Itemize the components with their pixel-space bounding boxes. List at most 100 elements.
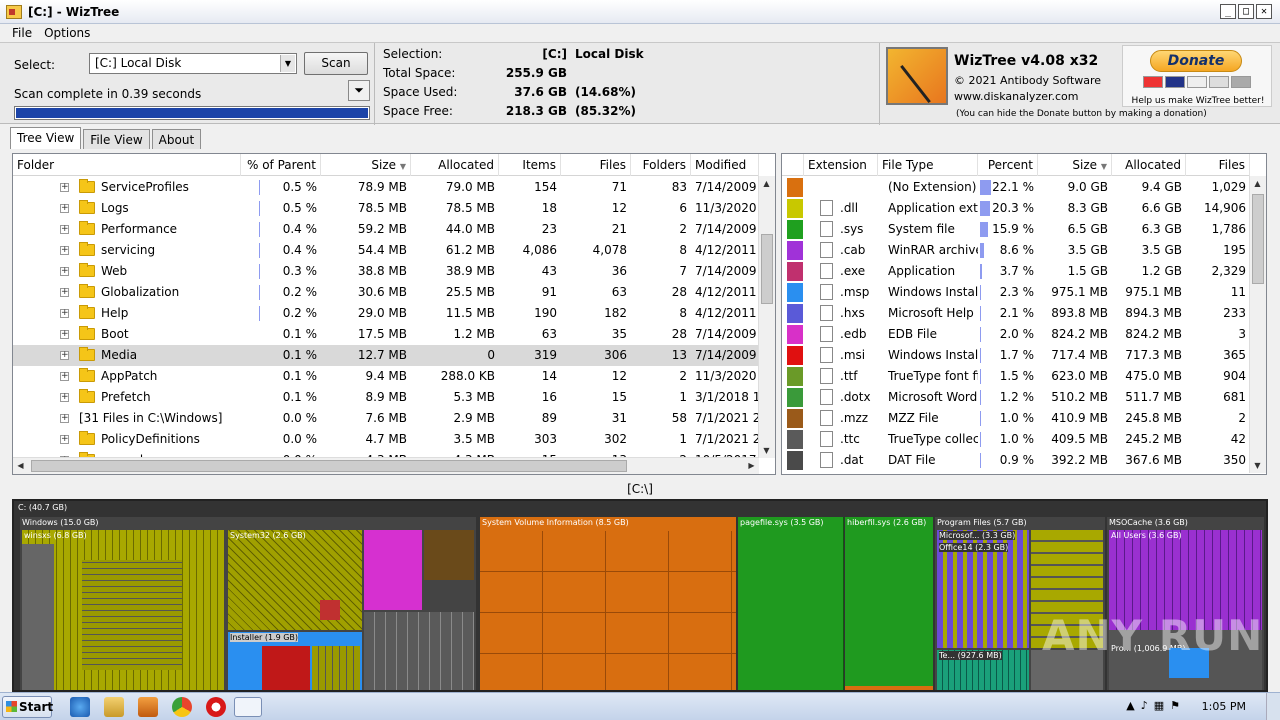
- wiztree-taskbar-button[interactable]: [234, 697, 262, 717]
- tm-winsxs[interactable]: winsxs (6.8 GB): [22, 530, 224, 690]
- table-row[interactable]: + Web 0.3 % 38.8 MB 38.9 MB 43 36 7 7/14/2009 5: [13, 261, 759, 282]
- tray-arrow-icon[interactable]: ▲: [1126, 699, 1134, 712]
- table-row[interactable]: + PolicyDefinitions 0.0 % 4.7 MB 3.5 MB 303 30…: [13, 429, 759, 450]
- table-row[interactable]: + Logs 0.5 % 78.5 MB 78.5 MB 18 12 6 11/3/2020 1: [13, 198, 759, 219]
- list-item[interactable]: .msi Windows Installe 1.7 % 717.4 MB 717.3 M…: [782, 345, 1250, 366]
- scroll-right-icon[interactable]: ▶: [744, 458, 759, 473]
- tm-system-volume-info[interactable]: System Volume Information (8.5 GB): [480, 517, 736, 690]
- expand-icon[interactable]: +: [60, 351, 69, 360]
- scan-button[interactable]: Scan: [304, 52, 368, 75]
- tm-msocache[interactable]: MSOCache (3.6 GB) All Users (3.6 GB) Pro…: [1107, 517, 1264, 690]
- website-link[interactable]: www.diskanalyzer.com: [954, 90, 1079, 103]
- clock[interactable]: 1:05 PM: [1202, 700, 1246, 713]
- tab-file-view[interactable]: File View: [83, 129, 150, 149]
- table-row[interactable]: + Media 0.1 % 12.7 MB 0 319 306 13 7/14/2009 5: [13, 345, 759, 366]
- expand-icon[interactable]: +: [60, 267, 69, 276]
- list-item[interactable]: .mzz MZZ File 1.0 % 410.9 MB 245.8 MB 2: [782, 408, 1250, 429]
- expand-icon[interactable]: +: [60, 330, 69, 339]
- tm-program-files[interactable]: Program Files (5.7 GB) Microsof... (3.3 …: [935, 517, 1105, 690]
- chrome-icon[interactable]: [172, 697, 192, 717]
- expand-icon[interactable]: +: [60, 225, 69, 234]
- table-row[interactable]: + Boot 0.1 % 17.5 MB 1.2 MB 63 35 28 7/14/2009 5: [13, 324, 759, 345]
- tm-system32[interactable]: System32 (2.6 GB): [228, 530, 362, 630]
- scroll-down-icon[interactable]: ▼: [759, 443, 774, 458]
- scroll-down-icon[interactable]: ▼: [1250, 458, 1265, 473]
- col-modified[interactable]: Modified: [691, 154, 759, 176]
- expand-icon[interactable]: +: [60, 372, 69, 381]
- tab-about[interactable]: About: [151, 129, 202, 149]
- col-pct-parent[interactable]: % of Parent: [241, 154, 321, 176]
- col-folders[interactable]: Folders: [631, 154, 691, 176]
- drive-select[interactable]: [C:] Local Disk ▼: [89, 53, 297, 74]
- show-desktop-button[interactable]: [1266, 693, 1280, 720]
- col-size[interactable]: Size ▼: [321, 154, 411, 176]
- list-item[interactable]: .dat DAT File 0.9 % 392.2 MB 367.6 MB 350: [782, 450, 1250, 471]
- start-button[interactable]: Start: [2, 696, 53, 718]
- expand-icon[interactable]: +: [60, 393, 69, 402]
- expand-icon[interactable]: +: [60, 414, 69, 423]
- title-bar[interactable]: [C:] - WizTree _ □ ✕: [0, 0, 1280, 24]
- col-type-size[interactable]: Size ▼: [1038, 154, 1112, 176]
- tree-vertical-scrollbar[interactable]: ▲ ▼: [758, 176, 775, 458]
- scroll-thumb[interactable]: [761, 234, 773, 304]
- tree-horizontal-scrollbar[interactable]: ◀ ▶: [13, 457, 759, 474]
- col-file-type[interactable]: File Type: [878, 154, 978, 176]
- tm-windows[interactable]: Windows (15.0 GB) winsxs (6.8 GB) System…: [20, 517, 476, 690]
- list-item[interactable]: .sys System file 15.9 % 6.5 GB 6.3 GB 1,786: [782, 219, 1250, 240]
- expand-icon[interactable]: +: [60, 309, 69, 318]
- tm-pagefile[interactable]: pagefile.sys (3.5 GB): [738, 517, 844, 690]
- col-items[interactable]: Items: [499, 154, 561, 176]
- list-item[interactable]: .exe Application 3.7 % 1.5 GB 1.2 GB 2,329: [782, 261, 1250, 282]
- table-row[interactable]: + servicing 0.4 % 54.4 MB 61.2 MB 4,086 4,078 8…: [13, 240, 759, 261]
- tm-installer[interactable]: Installer (1.9 GB): [228, 632, 362, 690]
- flag-icon[interactable]: ⚑: [1170, 699, 1180, 712]
- col-extension[interactable]: Extension: [804, 154, 878, 176]
- list-item[interactable]: .dll Application exte 20.3 % 8.3 GB 6.6 GB 14…: [782, 198, 1250, 219]
- opera-icon[interactable]: [206, 697, 226, 717]
- col-files[interactable]: Files: [561, 154, 631, 176]
- close-button[interactable]: ✕: [1256, 4, 1272, 19]
- list-item[interactable]: .dotx Microsoft Word 1.2 % 510.2 MB 511.7 MB…: [782, 387, 1250, 408]
- treemap[interactable]: C: (40.7 GB) Windows (15.0 GB) winsxs (6…: [12, 499, 1268, 692]
- tm-microsoft[interactable]: Microsof... (3.3 GB) Office14 (2.3 GB): [937, 530, 1029, 648]
- list-item[interactable]: .hxs Microsoft Help C 2.1 % 893.8 MB 894.3 M…: [782, 303, 1250, 324]
- table-row[interactable]: + AppPatch 0.1 % 9.4 MB 288.0 KB 14 12 2 11/3/20…: [13, 366, 759, 387]
- scroll-up-icon[interactable]: ▲: [1250, 176, 1265, 191]
- chevron-down-icon[interactable]: ▼: [280, 55, 295, 72]
- scroll-left-icon[interactable]: ◀: [13, 458, 28, 473]
- scroll-up-icon[interactable]: ▲: [759, 176, 774, 191]
- col-allocated[interactable]: Allocated: [411, 154, 499, 176]
- col-type-files[interactable]: Files: [1186, 154, 1250, 176]
- list-item[interactable]: .cab WinRAR archive 8.6 % 3.5 GB 3.5 GB 195: [782, 240, 1250, 261]
- network-icon[interactable]: ▦: [1154, 699, 1164, 712]
- minimize-button[interactable]: _: [1220, 4, 1236, 19]
- table-row[interactable]: + ServiceProfiles 0.5 % 78.9 MB 79.0 MB 154 71…: [13, 177, 759, 198]
- table-row[interactable]: + Globalization 0.2 % 30.6 MB 25.5 MB 91 63 28 4…: [13, 282, 759, 303]
- tm-hiberfil[interactable]: hiberfil.sys (2.6 GB): [845, 517, 933, 690]
- media-player-icon[interactable]: [138, 697, 158, 717]
- col-type-allocated[interactable]: Allocated: [1112, 154, 1186, 176]
- menu-options[interactable]: Options: [44, 26, 90, 40]
- types-vertical-scrollbar[interactable]: ▲ ▼: [1249, 176, 1266, 473]
- expand-icon[interactable]: +: [60, 204, 69, 213]
- list-item[interactable]: .msp Windows Installe 2.3 % 975.1 MB 975.1 M…: [782, 282, 1250, 303]
- tab-tree-view[interactable]: Tree View: [10, 127, 82, 149]
- expand-icon[interactable]: +: [60, 435, 69, 444]
- table-row[interactable]: +rescache0.0 %4.3 MB4.3 MB1513210/5/2017: [13, 450, 759, 457]
- table-row[interactable]: + Help 0.2 % 29.0 MB 11.5 MB 190 182 8 4/12/2011…: [13, 303, 759, 324]
- col-folder[interactable]: Folder: [13, 154, 241, 176]
- scroll-thumb[interactable]: [1252, 194, 1264, 284]
- expand-icon[interactable]: +: [60, 246, 69, 255]
- list-item[interactable]: .ttc TrueType collect 1.0 % 409.5 MB 245.2 M…: [782, 429, 1250, 450]
- list-item[interactable]: .edb EDB File 2.0 % 824.2 MB 824.2 MB 3: [782, 324, 1250, 345]
- table-row[interactable]: + Prefetch 0.1 % 8.9 MB 5.3 MB 16 15 1 3/1/2018 …: [13, 387, 759, 408]
- col-percent[interactable]: Percent: [978, 154, 1038, 176]
- table-row[interactable]: + [31 Files in C:\Windows] 0.0 % 7.6 MB 2.9 …: [13, 408, 759, 429]
- internet-explorer-icon[interactable]: [70, 697, 90, 717]
- tm-te[interactable]: Te... (927.6 MB): [937, 650, 1029, 690]
- donate-button[interactable]: Donate Help us make WizTree better!: [1122, 45, 1272, 107]
- expand-icon[interactable]: +: [60, 183, 69, 192]
- table-row[interactable]: + Performance 0.4 % 59.2 MB 44.0 MB 23 21 2 7/14…: [13, 219, 759, 240]
- speaker-icon[interactable]: ♪: [1141, 699, 1148, 712]
- menu-file[interactable]: File: [12, 26, 32, 40]
